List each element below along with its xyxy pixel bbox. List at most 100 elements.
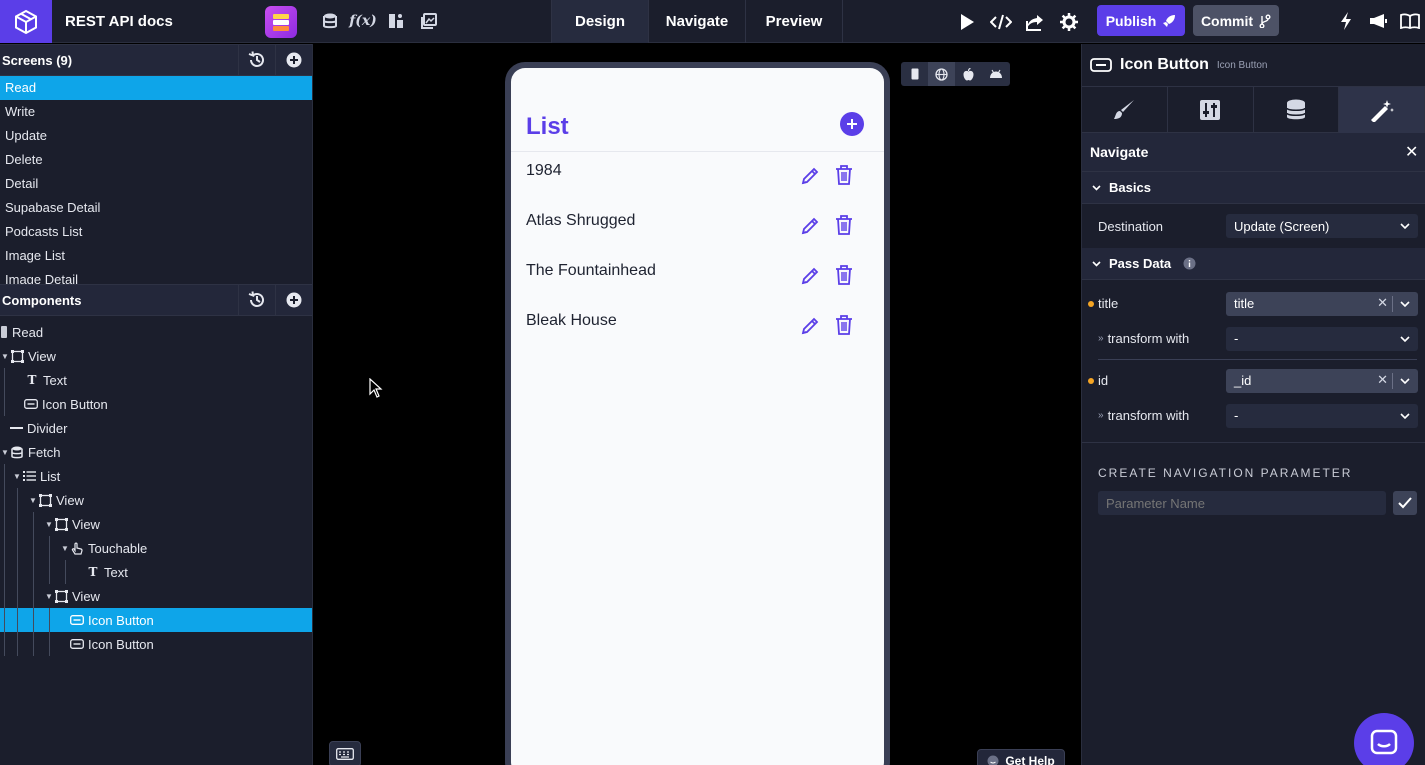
list-title[interactable]: List	[526, 113, 569, 141]
commit-button[interactable]: Commit	[1193, 5, 1279, 36]
tree-item-icon-button[interactable]: Icon Button	[0, 632, 312, 656]
design-canvas[interactable]: List 1984 Atlas Shrugged The Fountainhea…	[314, 44, 1080, 765]
pass-data-group-header[interactable]: Pass Data	[1082, 248, 1425, 280]
list-item[interactable]: The Fountainhead	[511, 252, 884, 302]
screen-item-read[interactable]: Read	[0, 76, 312, 100]
assets-icon[interactable]	[386, 11, 406, 31]
transform-select[interactable]: -	[1226, 326, 1418, 351]
clear-icon[interactable]: ✕	[1377, 295, 1388, 311]
list-item[interactable]: 1984	[511, 152, 884, 202]
device-web-globe-icon[interactable]	[928, 62, 955, 86]
gear-icon[interactable]	[1058, 11, 1080, 33]
share-icon[interactable]	[1024, 11, 1046, 33]
draftbit-logo[interactable]	[0, 0, 52, 43]
screen-item-image-list[interactable]: Image List	[0, 244, 312, 268]
app-root: REST API docs f(x) Design Navigate Previ…	[0, 0, 1425, 765]
get-help-button[interactable]: Get Help	[977, 749, 1065, 765]
tree-item-read[interactable]: Read	[0, 320, 312, 344]
view-icon	[54, 589, 68, 603]
screen-item-delete[interactable]: Delete	[0, 148, 312, 172]
caret-down-icon[interactable]: ▼	[28, 496, 38, 505]
publish-button[interactable]: Publish	[1097, 5, 1185, 36]
tree-item-view[interactable]: ▼ View	[0, 488, 312, 512]
screens-history-button[interactable]	[238, 44, 275, 76]
tab-interactions[interactable]	[1339, 87, 1425, 133]
list-item[interactable]: Atlas Shrugged	[511, 202, 884, 252]
tree-item-icon-button-selected[interactable]: Icon Button	[0, 608, 312, 632]
add-component-button[interactable]	[275, 284, 312, 316]
tree-item-label: Touchable	[88, 540, 148, 556]
param-value-select[interactable]: title ✕	[1226, 291, 1418, 316]
book-icon[interactable]	[1400, 11, 1420, 31]
device-phone-icon[interactable]	[901, 62, 928, 86]
pencil-icon[interactable]	[800, 216, 820, 236]
book-title: Atlas Shrugged	[526, 212, 636, 229]
tab-preview[interactable]: Preview	[746, 0, 843, 43]
basics-group-header[interactable]: Basics	[1082, 172, 1425, 204]
project-title[interactable]: REST API docs	[65, 13, 173, 30]
tree-item-touchable[interactable]: ▼ Touchable	[0, 536, 312, 560]
screen-item-supabase-detail[interactable]: Supabase Detail	[0, 196, 312, 220]
pencil-icon[interactable]	[800, 316, 820, 336]
function-icon[interactable]: f(x)	[349, 11, 377, 31]
tab-navigate[interactable]: Navigate	[649, 0, 746, 43]
tree-item-view[interactable]: ▼ View	[0, 512, 312, 536]
add-screen-button[interactable]	[275, 44, 312, 76]
screen-item-detail[interactable]: Detail	[0, 172, 312, 196]
tab-data[interactable]	[1254, 87, 1340, 133]
add-parameter-button[interactable]	[1393, 491, 1417, 515]
lightning-icon[interactable]	[1336, 11, 1356, 31]
data-icon[interactable]	[320, 11, 340, 31]
clear-icon[interactable]: ✕	[1377, 372, 1388, 388]
caret-down-icon[interactable]: ▼	[44, 520, 54, 529]
tree-item-view[interactable]: ▼ View	[0, 344, 312, 368]
tree-item-divider[interactable]: Divider	[0, 416, 312, 440]
pencil-icon[interactable]	[800, 266, 820, 286]
megaphone-icon[interactable]	[1368, 11, 1388, 31]
components-header-label: Components	[2, 292, 82, 308]
code-icon[interactable]	[990, 11, 1012, 33]
component-name[interactable]: Icon Button	[1120, 56, 1209, 74]
destination-select[interactable]: Update (Screen)	[1226, 214, 1418, 238]
tree-item-view[interactable]: ▼ View	[0, 584, 312, 608]
list-item[interactable]: Bleak House	[511, 302, 884, 352]
components-history-button[interactable]	[238, 284, 275, 316]
caret-down-icon[interactable]: ▼	[0, 448, 10, 457]
transform-select[interactable]: -	[1226, 403, 1418, 428]
create-param-heading: CREATE NAVIGATION PARAMETER	[1098, 466, 1353, 480]
close-icon[interactable]: ✕	[1405, 142, 1425, 162]
info-icon[interactable]	[1183, 257, 1196, 270]
tree-item-fetch[interactable]: ▼ Fetch	[0, 440, 312, 464]
tree-item-text[interactable]: T Text	[0, 368, 312, 392]
screen-item-podcasts-list[interactable]: Podcasts List	[0, 220, 312, 244]
tab-design[interactable]: Design	[552, 0, 649, 43]
param-value-select[interactable]: _id ✕	[1226, 368, 1418, 393]
screen-item-update[interactable]: Update	[0, 124, 312, 148]
add-item-button[interactable]	[840, 112, 864, 136]
device-android-icon[interactable]	[982, 62, 1009, 86]
tree-item-text[interactable]: T Text	[0, 560, 312, 584]
caret-down-icon[interactable]: ▼	[44, 592, 54, 601]
media-icon[interactable]	[419, 11, 439, 31]
support-chat-button[interactable]	[1354, 713, 1414, 765]
tab-style[interactable]	[1082, 87, 1168, 133]
caret-down-icon[interactable]: ▼	[60, 544, 70, 553]
trash-icon[interactable]	[834, 314, 854, 336]
caret-down-icon[interactable]: ▼	[0, 352, 10, 361]
device-apple-icon[interactable]	[955, 62, 982, 86]
tree-item-list[interactable]: ▼ List	[0, 464, 312, 488]
tab-config[interactable]	[1168, 87, 1254, 133]
view-icon	[38, 493, 52, 507]
caret-down-icon[interactable]: ▼	[12, 472, 22, 481]
tree-item-icon-button[interactable]: Icon Button	[0, 392, 312, 416]
trash-icon[interactable]	[834, 214, 854, 236]
keyboard-shortcuts-button[interactable]	[329, 741, 361, 765]
trash-icon[interactable]	[834, 164, 854, 186]
parameter-name-input[interactable]	[1098, 491, 1386, 515]
screen-item-write[interactable]: Write	[0, 100, 312, 124]
trash-icon[interactable]	[834, 264, 854, 286]
screen-item-image-detail[interactable]: Image Detail	[0, 268, 312, 284]
pencil-icon[interactable]	[800, 166, 820, 186]
play-icon[interactable]	[956, 11, 978, 33]
project-avatar[interactable]	[265, 6, 297, 38]
